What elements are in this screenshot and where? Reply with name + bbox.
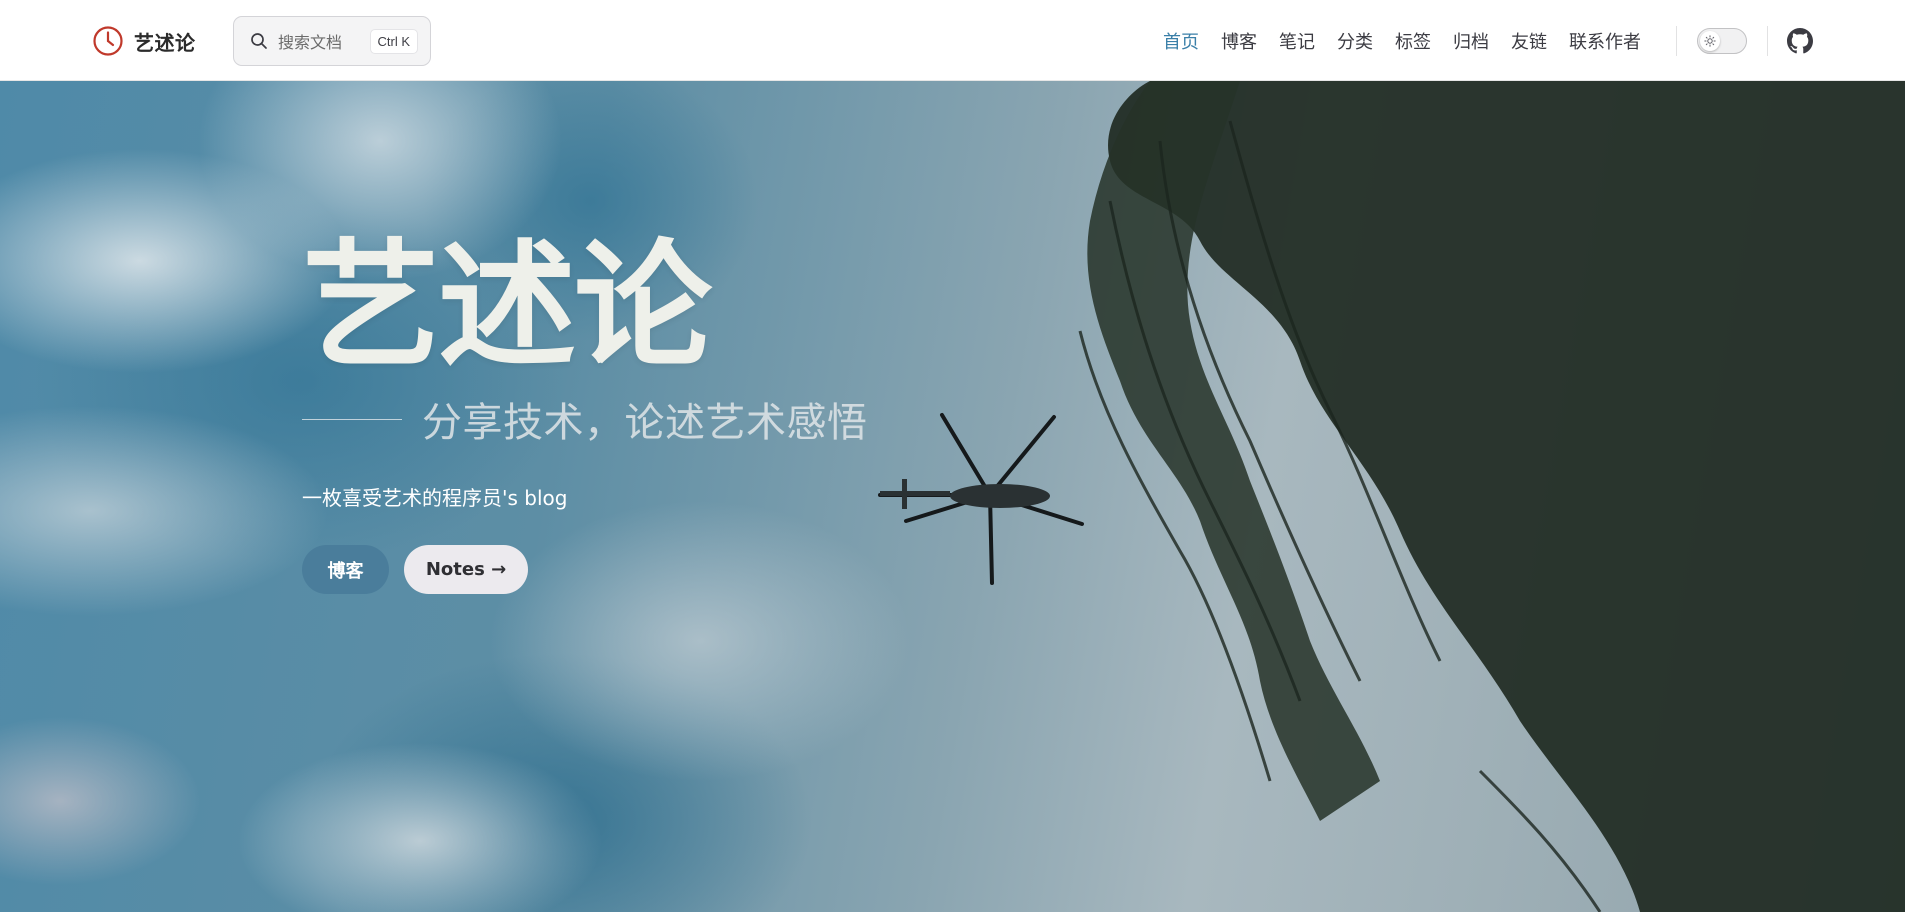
github-icon — [1787, 28, 1813, 54]
nav-link-contact[interactable]: 联系作者 — [1569, 28, 1641, 54]
search-shortcut-hint: Ctrl K — [369, 28, 418, 54]
hero-content: 艺述论 分享技术，论述艺术感悟 一枚喜受艺术的程序员's blog 博客 Not… — [302, 238, 1002, 594]
main-nav: 首页 博客 笔记 分类 标签 归档 友链 联系作者 — [1163, 26, 1641, 56]
hero-banner: 艺述论 分享技术，论述艺术感悟 一枚喜受艺术的程序员's blog 博客 Not… — [0, 81, 1905, 912]
hero-tagline: 分享技术，论述艺术感悟 — [422, 400, 868, 446]
blog-button[interactable]: 博客 — [302, 545, 389, 594]
nav-link-home[interactable]: 首页 — [1163, 28, 1199, 54]
nav-divider — [1767, 26, 1768, 56]
brand-name: 艺述论 — [134, 30, 196, 55]
nav-link-tags[interactable]: 标签 — [1395, 28, 1431, 54]
hero-title: 艺述论 — [302, 226, 712, 387]
nav-link-blog[interactable]: 博客 — [1221, 28, 1257, 54]
notes-button[interactable]: Notes → — [404, 545, 528, 594]
search-placeholder: 搜索文档 — [278, 33, 343, 52]
github-link[interactable] — [1787, 28, 1813, 54]
toggle-knob — [1700, 31, 1720, 51]
search-button[interactable]: 搜索文档 Ctrl K — [233, 16, 431, 66]
nav-link-categories[interactable]: 分类 — [1337, 28, 1373, 54]
nav-link-notes[interactable]: 笔记 — [1279, 28, 1315, 54]
theme-toggle[interactable] — [1697, 28, 1747, 54]
sun-icon — [1704, 35, 1716, 47]
brand-home-link[interactable]: 艺述论 — [92, 24, 196, 58]
hero-actions: 博客 Notes → — [302, 545, 1002, 594]
clock-icon — [93, 26, 123, 56]
hero-tagline-row: 分享技术，论述艺术感悟 — [302, 390, 1002, 448]
tagline-divider — [302, 418, 402, 420]
nav-divider — [1676, 26, 1677, 56]
search-icon — [251, 33, 267, 49]
hero-description: 一枚喜受艺术的程序员's blog — [302, 486, 568, 510]
nav-link-friends[interactable]: 友链 — [1511, 28, 1547, 54]
nav-link-archive[interactable]: 归档 — [1453, 28, 1489, 54]
top-navbar: 艺述论 搜索文档 Ctrl K 首页 博客 笔记 分类 标签 归档 友链 联系作… — [0, 0, 1905, 81]
